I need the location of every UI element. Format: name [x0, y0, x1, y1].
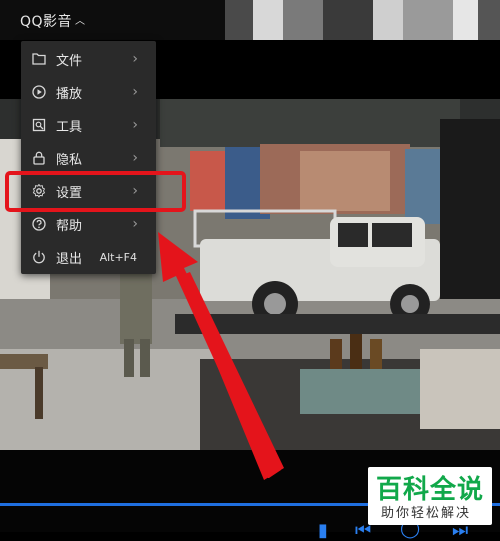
menu-item-privacy[interactable]: 隐私 › [21, 143, 156, 173]
help-icon [32, 217, 46, 231]
chevron-right-icon: › [132, 51, 138, 67]
menu-item-tools[interactable]: 工具 › [21, 110, 156, 140]
volume-icon[interactable]: ▮ [318, 520, 328, 541]
power-icon [33, 250, 45, 264]
menu-item-file[interactable]: 文件 › [21, 44, 156, 74]
shortcut-label: Alt+F4 [99, 250, 137, 264]
watermark-main: 百科全说 [376, 475, 485, 505]
menu-item-label: 文件 [56, 53, 83, 69]
menu-item-exit[interactable]: 退出 Alt+F4 [21, 242, 156, 272]
app-menu-toggle[interactable]: QQ影音 ︿ [20, 11, 86, 31]
menu-item-label: 工具 [56, 119, 83, 135]
tools-icon [32, 118, 46, 132]
play-circle-icon [32, 85, 46, 99]
title-bar: QQ影音 ︿ [0, 0, 500, 40]
lock-icon [33, 151, 45, 165]
chevron-right-icon: › [132, 150, 138, 166]
menu-item-label: 隐私 [56, 152, 83, 168]
chevron-right-icon: › [132, 216, 138, 232]
folder-icon [32, 53, 46, 65]
menu-item-help[interactable]: 帮助 › [21, 209, 156, 239]
chevron-up-icon: ︿ [75, 16, 86, 27]
chevron-right-icon: › [132, 84, 138, 100]
main-menu: 文件 › 播放 › 工具 › 隐私 › 设置 › 帮助 › 退出 Alt+F4 [21, 41, 156, 274]
menu-item-label: 退出 [56, 251, 83, 267]
app-title: QQ影音 [20, 14, 73, 30]
menu-item-label: 播放 [56, 86, 83, 102]
watermark-sub: 助你轻松解决 [381, 506, 472, 521]
menu-item-label: 帮助 [56, 218, 83, 234]
watermark-logo: 百科全说 助你轻松解决 [368, 467, 492, 525]
menu-item-play[interactable]: 播放 › [21, 77, 156, 107]
highlight-box [5, 171, 186, 212]
chevron-right-icon: › [132, 117, 138, 133]
